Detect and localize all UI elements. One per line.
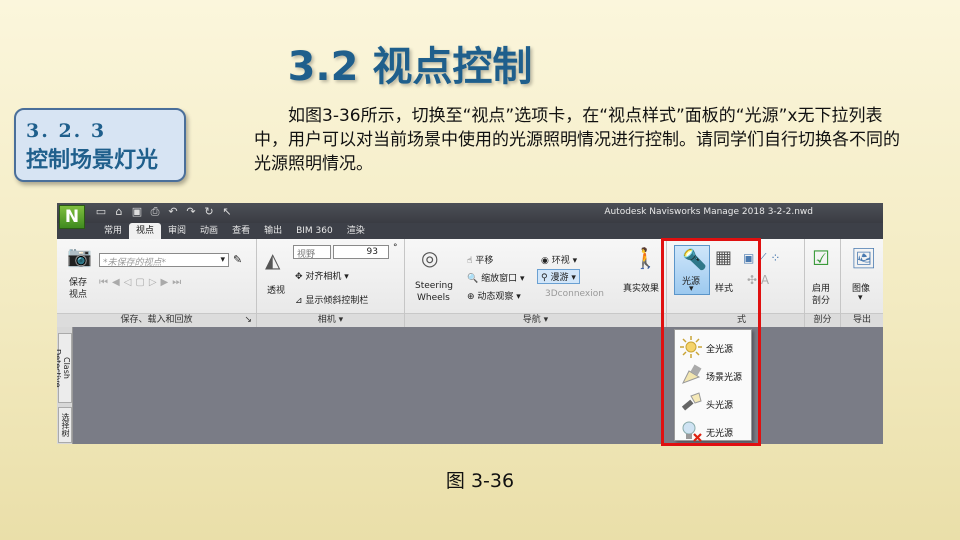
save-viewpoint-label-2[interactable]: 视点 bbox=[69, 287, 87, 300]
panel-label-save: 保存、载入和回放 ↘ bbox=[57, 313, 256, 327]
new-file-icon[interactable]: ▭ bbox=[95, 206, 107, 218]
panel-save-load: 📷 保存 视点 *未保存的视点* ▾ ✎ ⏮◀◁▢▷▶⏭ 保存、载入和回放 ↘ bbox=[57, 239, 257, 327]
panel-navigation: ◎ Steering Wheels ☝ 平移 🔍 缩放窗口 ▾ ⊕ 动态观察 ▾… bbox=[405, 239, 667, 327]
redo-icon[interactable]: ↷ bbox=[185, 206, 197, 218]
panel-label-camera[interactable]: 相机 ▾ bbox=[257, 313, 404, 327]
fov-unit: ° bbox=[393, 243, 398, 253]
align-camera-button[interactable]: ✥ 对齐相机 ▾ bbox=[295, 269, 349, 282]
panel-export: 🖼 图像 ▾ 导出 bbox=[841, 239, 883, 327]
slide-title: 3.2 视点控制 bbox=[287, 44, 533, 90]
zoom-window-button[interactable]: 🔍 缩放窗口 ▾ bbox=[467, 271, 524, 284]
tab-review[interactable]: 审阅 bbox=[161, 223, 193, 239]
figure-caption: 图 3-36 bbox=[445, 470, 515, 492]
walk-button[interactable]: ⚲ 漫游 ▾ bbox=[537, 269, 580, 284]
realism-label[interactable]: 真实效果 bbox=[623, 281, 659, 294]
panel-label-navigation[interactable]: 导航 ▾ bbox=[405, 313, 666, 327]
ribbon-tabs: 常用 视点 审阅 动画 查看 输出 BIM 360 渲染 bbox=[57, 223, 883, 239]
steering-wheels-icon[interactable]: ◎ bbox=[421, 247, 438, 269]
tab-bim360[interactable]: BIM 360 bbox=[289, 223, 340, 239]
image-dropdown-chevron[interactable]: ▾ bbox=[858, 293, 863, 303]
viewpoint-select-value: *未保存的视点* bbox=[103, 258, 167, 268]
refresh-icon[interactable]: ↻ bbox=[203, 206, 215, 218]
section-number: 3. 2. 3 bbox=[26, 120, 107, 142]
panel-label-sectioning: 剖分 bbox=[805, 313, 840, 327]
application-logo-button[interactable]: N bbox=[59, 205, 85, 229]
look-around-button[interactable]: ◉ 环视 ▾ bbox=[541, 253, 577, 266]
undo-icon[interactable]: ↶ bbox=[167, 206, 179, 218]
highlight-frame bbox=[661, 238, 761, 446]
fov-label-box: 视野 bbox=[293, 245, 331, 260]
panel-camera: ◭ 透视 视野 93 ° ✥ 对齐相机 ▾ ⊿ 显示倾斜控制栏 相机 ▾ bbox=[257, 239, 405, 327]
tab-selection-tree[interactable]: 选择树 bbox=[58, 407, 72, 443]
wheels-label[interactable]: Wheels bbox=[417, 293, 450, 303]
3dconnexion-button[interactable]: 3Dconnexion bbox=[545, 289, 604, 299]
panel-sectioning: ☑ 启用 剖分 剖分 bbox=[805, 239, 841, 327]
realism-figure-icon[interactable]: 🚶 bbox=[633, 247, 658, 269]
zoom-icon: 🔍 bbox=[467, 274, 482, 284]
tab-render[interactable]: 渲染 bbox=[340, 223, 372, 239]
viewpoint-select[interactable]: *未保存的视点* ▾ bbox=[99, 253, 229, 268]
sectioning-label[interactable]: 剖分 bbox=[812, 293, 830, 306]
camera-save-icon[interactable]: 📷 bbox=[67, 245, 92, 267]
tab-home[interactable]: 常用 bbox=[97, 223, 129, 239]
window-title: Autodesk Navisworks Manage 2018 3-2-2.nw… bbox=[604, 207, 813, 217]
tab-viewpoint[interactable]: 视点 bbox=[129, 223, 162, 239]
eye-icon: ◉ bbox=[541, 256, 552, 266]
tab-clash-detective[interactable]: Clash Detective bbox=[57, 333, 72, 403]
tab-view[interactable]: 查看 bbox=[225, 223, 257, 239]
show-tilt-bar-button[interactable]: ⊿ 显示倾斜控制栏 bbox=[295, 293, 368, 306]
orbit-button[interactable]: ⊕ 动态观察 ▾ bbox=[467, 289, 521, 302]
perspective-label[interactable]: 透视 bbox=[267, 283, 285, 296]
section-title: 控制场景灯光 bbox=[26, 148, 159, 173]
quick-access-toolbar: ▭ ⌂ ▣ ⎙ ↶ ↷ ↻ ↖ bbox=[95, 206, 233, 218]
pan-button[interactable]: ☝ 平移 bbox=[467, 253, 493, 266]
open-file-icon[interactable]: ⌂ bbox=[113, 206, 125, 218]
panel-label-export: 导出 bbox=[841, 313, 883, 327]
orbit-icon: ⊕ bbox=[467, 292, 478, 302]
select-cursor-icon[interactable]: ↖ bbox=[221, 206, 233, 218]
tab-animation[interactable]: 动画 bbox=[193, 223, 225, 239]
body-paragraph: 如图3-36所示，切换至“视点”选项卡，在“视点样式”面板的“光源”x无下拉列表… bbox=[254, 106, 900, 174]
print-icon[interactable]: ⎙ bbox=[149, 206, 161, 218]
fov-input[interactable]: 93 bbox=[333, 245, 389, 259]
tab-output[interactable]: 输出 bbox=[257, 223, 289, 239]
tilt-icon: ⊿ bbox=[295, 296, 306, 306]
perspective-icon[interactable]: ◭ bbox=[265, 249, 280, 271]
title-bar: ▭ ⌂ ▣ ⎙ ↶ ↷ ↻ ↖ Autodesk Navisworks Mana… bbox=[57, 203, 883, 223]
section-heading-box: 3. 2. 3 控制场景灯光 bbox=[14, 108, 186, 182]
save-icon[interactable]: ▣ bbox=[131, 206, 143, 218]
playback-controls[interactable]: ⏮◀◁▢▷▶⏭ bbox=[99, 277, 185, 288]
enable-sectioning-icon[interactable]: ☑ bbox=[812, 247, 830, 269]
align-camera-icon: ✥ bbox=[295, 272, 306, 282]
edit-viewpoint-icon[interactable]: ✎ bbox=[233, 253, 242, 266]
left-dock-rail: Clash Detective 选择树 bbox=[57, 327, 73, 444]
dialog-launcher-icon[interactable]: ↘ bbox=[244, 314, 252, 327]
steering-label[interactable]: Steering bbox=[415, 281, 453, 291]
image-export-icon[interactable]: 🖼 bbox=[851, 247, 876, 269]
chevron-down-icon: ▾ bbox=[220, 255, 225, 265]
